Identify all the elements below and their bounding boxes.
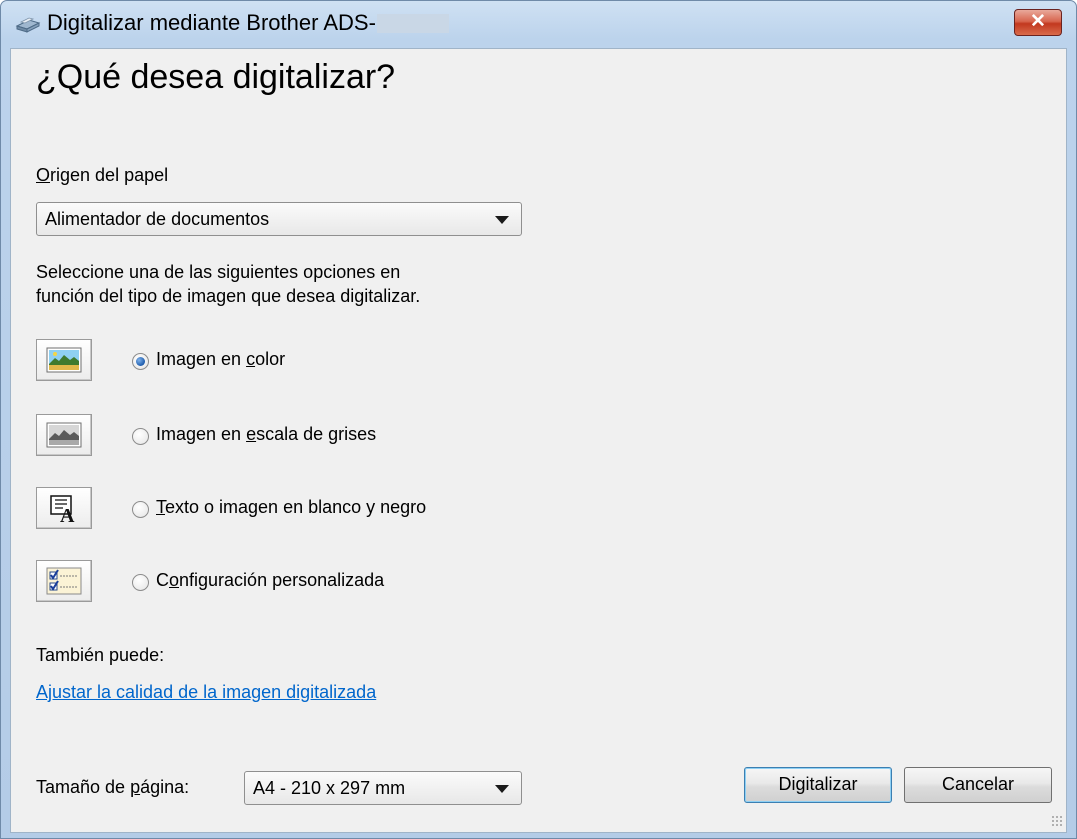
adjust-quality-link[interactable]: Ajustar la calidad de la imagen digitali… [36, 682, 376, 703]
option-custom-radio[interactable] [132, 574, 149, 591]
option-grayscale-text-2: scala de grises [256, 424, 377, 444]
svg-text:A: A [60, 505, 75, 524]
paper-source-label-accesskey: O [36, 165, 51, 185]
option-color-text-1: Imagen en [156, 349, 247, 369]
scan-button[interactable]: Digitalizar [744, 767, 892, 803]
custom-settings-checklist-icon [46, 567, 82, 595]
color-photo-icon-button[interactable] [36, 339, 92, 381]
window-title: Digitalizar mediante Brother ADS- [47, 10, 449, 36]
option-grayscale-accesskey: e [246, 424, 257, 444]
close-button[interactable]: ✕ [1014, 9, 1062, 36]
paper-source-label: Origen del papel [36, 165, 168, 186]
option-text-bw-accesskey: T [156, 497, 165, 517]
page-size-label: Tamaño de página: [36, 777, 189, 798]
option-grayscale-text-1: Imagen en [156, 424, 247, 444]
also-label: También puede: [36, 645, 165, 665]
option-color-text-2: olor [255, 349, 286, 369]
window-title-text: Digitalizar mediante Brother ADS- [47, 10, 376, 35]
scan-dialog-window: Digitalizar mediante Brother ADS- ✕ [0, 0, 1077, 839]
chevron-down-icon [495, 216, 509, 224]
paper-source-dropdown[interactable]: Alimentador de documentos [36, 202, 522, 236]
option-text-bw-text-2: exto o imagen en blanco y negro [165, 497, 427, 517]
page-size-dropdown[interactable]: A4 - 210 x 297 mm [244, 771, 522, 805]
redacted-model-number [376, 14, 449, 33]
page-size-label-text-1: Tamaño de [36, 777, 131, 797]
grayscale-photo-icon [46, 422, 82, 448]
paper-source-value: Alimentador de documentos [45, 209, 270, 229]
option-grayscale-radio[interactable] [132, 428, 149, 445]
black-white-text-icon: A [50, 495, 75, 524]
page-size-value: A4 - 210 x 297 mm [253, 778, 406, 798]
black-white-text-icon-button[interactable]: A [36, 487, 92, 529]
instructions-line-1: Seleccione una de las siguientes opcione… [36, 262, 401, 282]
chevron-down-icon [495, 785, 509, 793]
option-custom-accesskey: o [169, 570, 180, 590]
option-text-bw-label[interactable]: Texto o imagen en blanco y negro [156, 497, 426, 518]
color-photo-icon [46, 347, 82, 373]
scanner-icon [15, 17, 41, 33]
title-bar[interactable]: Digitalizar mediante Brother ADS- ✕ [1, 1, 1076, 47]
option-custom-text-1: C [156, 570, 169, 590]
page-size-label-text-2: ágina: [140, 777, 190, 797]
page-title: ¿Qué desea digitalizar? [36, 58, 396, 96]
option-color-radio[interactable] [132, 353, 149, 370]
paper-source-label-rest: rigen del papel [50, 165, 169, 185]
option-color-label[interactable]: Imagen en color [156, 349, 285, 370]
page-size-label-accesskey: p [130, 777, 141, 797]
grayscale-photo-icon-button[interactable] [36, 414, 92, 456]
option-custom-label[interactable]: Configuración personalizada [156, 570, 384, 591]
option-grayscale-label[interactable]: Imagen en escala de grises [156, 424, 376, 445]
instructions-text: Seleccione una de las siguientes opcione… [36, 260, 596, 308]
close-icon: ✕ [1030, 11, 1046, 32]
instructions-line-2: función del tipo de imagen que desea dig… [36, 286, 421, 306]
cancel-button[interactable]: Cancelar [904, 767, 1052, 803]
custom-settings-icon-button[interactable] [36, 560, 92, 602]
option-color-accesskey: c [246, 349, 256, 369]
option-custom-text-2: nfiguración personalizada [179, 570, 385, 590]
resize-grip-icon[interactable] [1051, 815, 1063, 827]
option-text-bw-radio[interactable] [132, 501, 149, 518]
